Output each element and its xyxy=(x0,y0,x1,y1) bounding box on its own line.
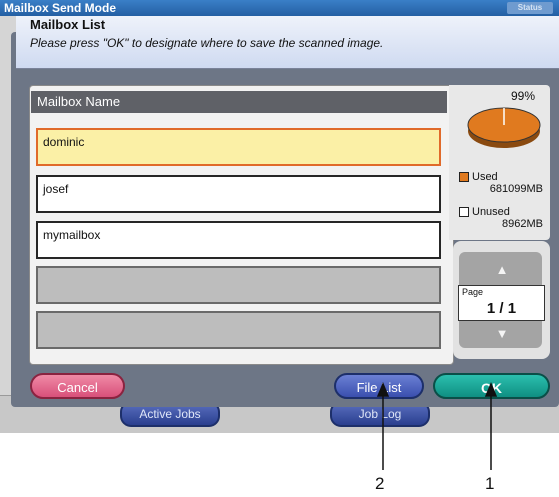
callout-label: 2 xyxy=(375,474,385,493)
callout-arrow xyxy=(376,382,498,470)
callout-label: 1 xyxy=(485,474,495,493)
callout-arrows xyxy=(376,382,498,470)
